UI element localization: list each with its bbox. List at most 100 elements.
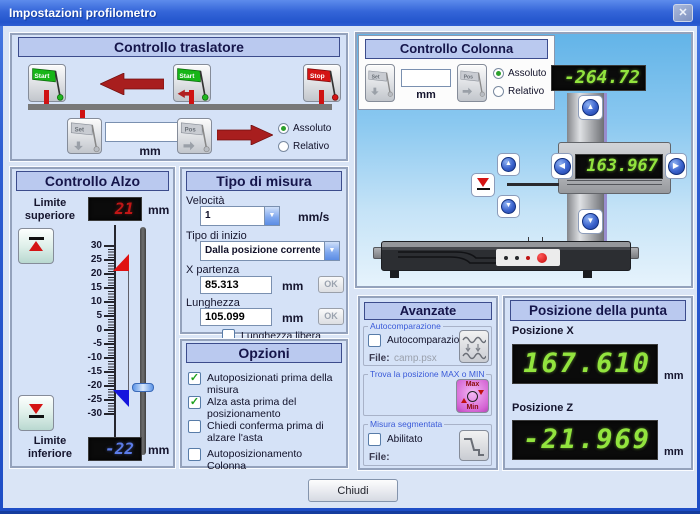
autocomparazione-button[interactable]: [459, 330, 489, 363]
move-left-arrow-icon: [100, 73, 164, 95]
unit-label: mm: [148, 203, 169, 217]
limit-bar-icon: [29, 415, 44, 418]
misura-segmentata-button[interactable]: [459, 430, 489, 461]
group-opzioni: Opzioni ✓ Autoposizionati prima della mi…: [180, 339, 348, 468]
opzione-chiedi-conferma-checkbox[interactable]: Chiedi conferma prima di alzare l'asta: [188, 420, 338, 444]
base-foot: [390, 271, 399, 278]
close-icon[interactable]: ✕: [673, 4, 693, 22]
maxmin-icon: Max Min: [457, 380, 488, 412]
abilitato-checkbox[interactable]: Abilitato: [368, 433, 423, 446]
machine-view-panel: Controllo Colonna Set mm Pos: [355, 32, 693, 288]
segmented-profile-icon: [462, 434, 486, 458]
colonna-position-display: -264.72: [551, 65, 646, 91]
colonna-unit-label: mm: [401, 89, 451, 101]
limit-marker-line: [128, 269, 129, 391]
base-led-icon: [526, 256, 530, 260]
chiudi-button[interactable]: Chiudi: [308, 479, 398, 502]
go-upper-limit-button[interactable]: [18, 228, 54, 264]
radio-assoluto[interactable]: Assoluto: [278, 123, 331, 134]
carriage-position-display: 163.967: [575, 154, 663, 179]
colonna-radio-assoluto[interactable]: Assoluto: [493, 68, 546, 79]
lunghezza-input[interactable]: [200, 308, 272, 326]
pos-flag-icon: Pos: [178, 119, 211, 153]
lunghezza-ok-button[interactable]: OK: [318, 308, 344, 325]
rail-marker: [189, 90, 194, 104]
fieldset-autocomparazione: Autocomparazione Autocomparazione File: …: [363, 326, 492, 366]
file-label: File:: [369, 452, 390, 463]
ruler-major-tick: [104, 245, 114, 247]
posizione-x-unit: mm: [664, 370, 684, 382]
file-label: File:: [369, 353, 390, 364]
group-avanzate: Avanzate Autocomparazione Autocomparazio…: [358, 296, 498, 470]
base-foot: [583, 271, 592, 278]
probe-arm: [507, 183, 559, 186]
unit-label: mm: [148, 443, 169, 457]
autocomparazione-checkbox[interactable]: Autocomparazione: [368, 334, 470, 347]
svg-text:Pos: Pos: [185, 128, 197, 134]
window-title: Impostazioni profilometro: [9, 6, 156, 20]
check-icon: ✓: [190, 396, 199, 408]
probe-down-button[interactable]: ▼: [497, 195, 520, 218]
colonna-pos-button[interactable]: Pos: [457, 64, 487, 102]
height-slider-track[interactable]: [140, 227, 146, 455]
probe-marker-button[interactable]: [471, 173, 495, 197]
colonna-set-button[interactable]: Set: [365, 64, 395, 102]
group-posizione-punta: Posizione della punta Posizione X 167.61…: [503, 296, 693, 470]
checkbox-box: ✓: [188, 372, 201, 385]
base-stop-button-icon[interactable]: [537, 253, 547, 263]
arrow-left-icon: ◀: [559, 162, 565, 170]
column-up-button[interactable]: ▲: [578, 95, 603, 120]
carriage-left-button[interactable]: ◀: [551, 153, 573, 179]
x-partenza-ok-button[interactable]: OK: [318, 276, 344, 293]
radio-circle: [278, 141, 289, 152]
svg-text:Set: Set: [75, 128, 84, 134]
opzione-alza-asta-checkbox[interactable]: ✓ Alza asta prima del posizionamento: [188, 396, 342, 420]
pos-button[interactable]: Pos: [177, 118, 212, 154]
group-controllo-traslatore: Controllo traslatore Start Start: [10, 33, 348, 161]
radio-circle: [278, 123, 289, 134]
checkbox-box: [188, 448, 201, 461]
checkbox-box: [188, 420, 201, 433]
traslatore-rail: [28, 104, 332, 110]
column-down-button[interactable]: ▼: [578, 209, 603, 234]
tick-label: 30: [70, 240, 102, 251]
set-button[interactable]: Set: [67, 118, 102, 154]
chevron-down-icon: ▼: [264, 207, 279, 225]
probe-up-button[interactable]: ▲: [497, 153, 520, 176]
tipo-inizio-dropdown[interactable]: Dalla posizione corrente ▼: [200, 241, 340, 261]
fieldset-maxmin: Trova la posizione MAX o MIN Max Min: [363, 374, 492, 416]
arrow-up-icon: ▲: [587, 103, 595, 111]
ruler-axis: [114, 225, 116, 459]
radio-relativo[interactable]: Relativo: [278, 141, 329, 152]
velocita-unit: mm/s: [298, 210, 329, 224]
waveform-icon: [462, 333, 486, 361]
go-lower-limit-button[interactable]: [18, 395, 54, 431]
posizione-x-label: Posizione X: [512, 325, 574, 337]
checkbox-box: [368, 334, 381, 347]
base-button-icon[interactable]: [504, 256, 508, 260]
arrow-down-icon: ▼: [587, 217, 595, 225]
posizione-z-display: -21.969: [512, 420, 658, 460]
group-title: Opzioni: [186, 343, 342, 363]
carriage-right-button[interactable]: ▶: [665, 153, 687, 179]
check-icon: ✓: [190, 372, 199, 384]
set-flag-icon: Set: [68, 119, 101, 153]
height-slider-thumb[interactable]: [132, 383, 154, 392]
velocita-dropdown[interactable]: 1 ▼: [200, 206, 280, 226]
limite-inferiore-label: Limite inferiore: [18, 435, 82, 461]
down-triangle-icon: [29, 404, 43, 414]
opzione-autoposizionati-checkbox[interactable]: ✓ Autoposizionati prima della misura: [188, 372, 342, 396]
group-title: Controllo traslatore: [18, 37, 340, 57]
base-button-icon[interactable]: [515, 256, 519, 260]
opzione-autoposizionamento-colonna-checkbox[interactable]: Autoposizionamento Colonna: [188, 448, 342, 472]
x-partenza-input[interactable]: [200, 276, 272, 294]
rail-marker: [44, 90, 49, 104]
move-right-arrow-icon: [217, 125, 273, 145]
arrow-right-icon: ▶: [673, 162, 679, 170]
checkbox-box: [368, 433, 381, 446]
colonna-radio-relativo[interactable]: Relativo: [493, 86, 544, 97]
arrow-up-icon: ▲: [505, 160, 512, 168]
colonna-position-input[interactable]: [401, 69, 451, 87]
maxmin-button[interactable]: Max Min: [456, 379, 489, 413]
fieldset-misura-segmentata: Misura segmentata Abilitato File:: [363, 424, 492, 466]
